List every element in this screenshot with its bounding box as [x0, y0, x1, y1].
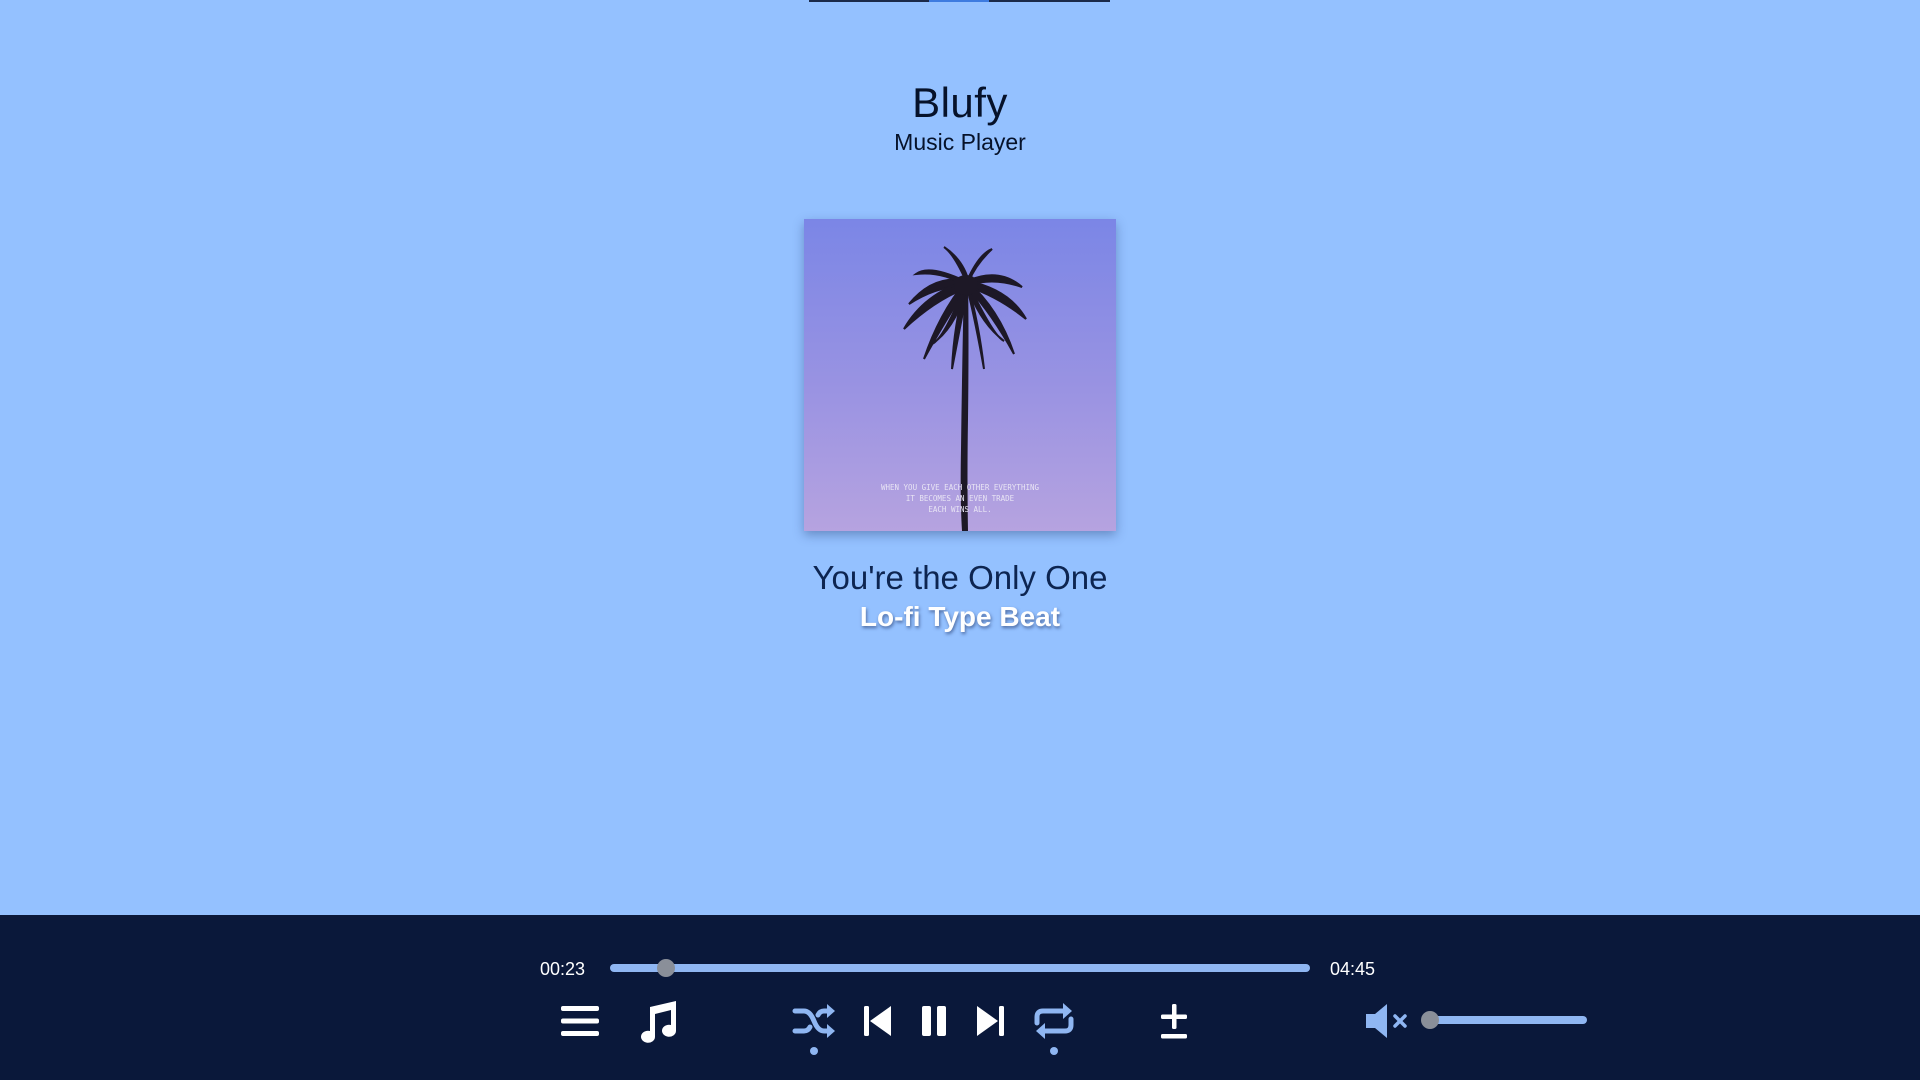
- song-info: You're the Only One Lo-fi Type Beat: [0, 557, 1920, 635]
- shuffle-button[interactable]: [790, 997, 838, 1055]
- volume-slider[interactable]: [1421, 1011, 1587, 1029]
- volume-thumb[interactable]: [1421, 1011, 1439, 1029]
- repeat-button[interactable]: [1030, 997, 1078, 1055]
- skip-previous-icon: [863, 1004, 893, 1038]
- skip-next-icon: [975, 1004, 1005, 1038]
- pause-button[interactable]: [910, 997, 958, 1045]
- app-subtitle: Music Player: [894, 129, 1026, 155]
- add-to-playlist-icon: [1159, 1002, 1189, 1040]
- volume-muted-icon: [1364, 1001, 1412, 1041]
- pause-icon: [920, 1005, 948, 1037]
- menu-icon: [561, 1004, 599, 1038]
- album-cover: WHEN YOU GIVE EACH OTHER EVERYTHING IT B…: [804, 219, 1116, 531]
- music-library-button[interactable]: [634, 997, 682, 1045]
- total-duration: 04:45: [1330, 959, 1376, 979]
- song-title: You're the Only One: [812, 559, 1108, 596]
- song-artist: Lo-fi Type Beat: [859, 601, 1061, 632]
- cover-caption-line-1: WHEN YOU GIVE EACH OTHER EVERYTHING: [881, 483, 1040, 492]
- progress-slider[interactable]: [610, 959, 1310, 977]
- cover-caption-line-3: EACH WINS ALL.: [928, 505, 991, 514]
- previous-button[interactable]: [854, 997, 902, 1045]
- repeat-active-dot: [1050, 1047, 1058, 1055]
- top-tab-indicator: [809, 0, 1110, 2]
- app-title: Blufy: [912, 79, 1008, 126]
- menu-button[interactable]: [556, 997, 604, 1045]
- top-tab-indicator-active: [929, 0, 989, 2]
- album-cover-art: WHEN YOU GIVE EACH OTHER EVERYTHING IT B…: [804, 219, 1116, 531]
- repeat-icon: [1032, 1001, 1076, 1041]
- add-to-playlist-button[interactable]: [1150, 997, 1198, 1045]
- music-player-page: Blufy Music Player WHEN YOU GIVE EACH OT…: [0, 0, 1920, 1080]
- cover-caption-line-2: IT BECOMES AN EVEN TRADE: [906, 494, 1015, 503]
- music-note-icon: [636, 999, 680, 1043]
- progress-thumb[interactable]: [657, 959, 676, 977]
- app-header: Blufy Music Player: [0, 78, 1920, 156]
- player-controls-bar: 00:23 04:45: [0, 915, 1920, 1080]
- mute-toggle-button[interactable]: [1364, 997, 1412, 1045]
- next-button[interactable]: [966, 997, 1014, 1045]
- shuffle-icon: [792, 1001, 836, 1041]
- shuffle-active-dot: [810, 1047, 818, 1055]
- elapsed-time: 00:23: [540, 959, 586, 979]
